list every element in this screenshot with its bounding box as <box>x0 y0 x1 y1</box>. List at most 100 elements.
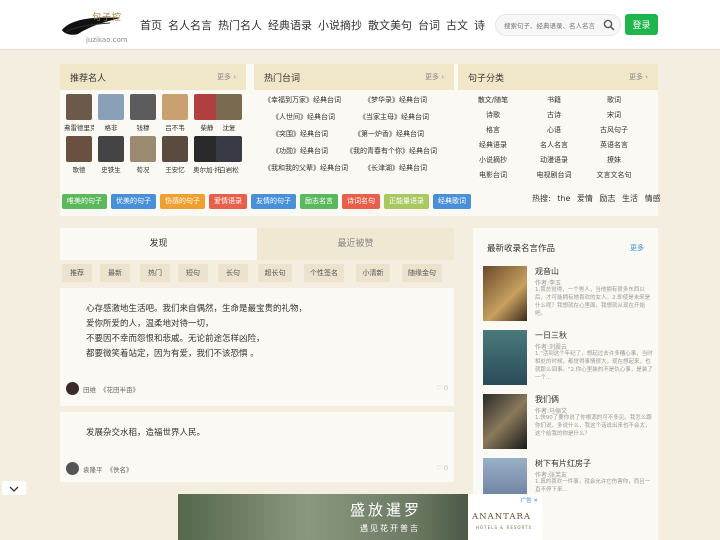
celeb-item[interactable]: 格非 <box>96 94 126 132</box>
filter-latest[interactable]: 最新 <box>100 264 130 282</box>
list-item[interactable]: 《第一炉香》经典台词 <box>354 129 424 139</box>
category-item[interactable]: 心语 <box>524 125 584 135</box>
site-logo[interactable]: 句子控 juzikao.com <box>60 10 134 46</box>
nav-prose[interactable]: 散文美句 <box>368 17 412 33</box>
celeb-item[interactable]: 沈复 <box>214 94 244 132</box>
like-button[interactable]: ♡ 0 <box>436 464 448 472</box>
search-icon[interactable] <box>603 19 615 31</box>
category-item[interactable]: 宋词 <box>584 110 644 120</box>
filter-extra-long[interactable]: 超长句 <box>258 264 292 282</box>
nav-classical[interactable]: 古文 <box>446 17 468 33</box>
tag-positive[interactable]: 正能量语录 <box>384 194 429 209</box>
nav-classic-quotes[interactable]: 经典语录 <box>268 17 312 33</box>
tag-beautiful[interactable]: 唯美的句子 <box>62 194 107 209</box>
list-item[interactable]: 《突围》经典台词 <box>272 129 328 139</box>
category-item[interactable]: 古风句子 <box>584 125 644 135</box>
tag-graceful[interactable]: 优美的句子 <box>111 194 156 209</box>
category-item[interactable]: 歌词 <box>584 95 644 105</box>
ad-label[interactable]: 广告 ✕ <box>521 496 538 504</box>
category-item[interactable]: 诗歌 <box>463 110 523 120</box>
nav-lines[interactable]: 台词 <box>418 17 440 33</box>
tag-poetry[interactable]: 诗词名句 <box>342 194 380 209</box>
category-item[interactable]: 书籍 <box>524 95 584 105</box>
list-item[interactable]: 《幸福到万家》经典台词 <box>264 95 341 105</box>
ad-image <box>178 494 468 540</box>
celebs-more-link[interactable]: 更多 › <box>217 72 236 82</box>
category-item[interactable]: 撩妹 <box>584 155 644 165</box>
filter-fresh[interactable]: 小清新 <box>356 264 390 282</box>
quote-author[interactable]: 田维 《花田半亩》 <box>66 382 139 395</box>
ad-banner[interactable]: 盛放暹罗 遇见花开普吉 ANANTARA HOTELS & RESORTS 广告… <box>178 494 542 540</box>
work-title: 我们俩 <box>535 395 559 404</box>
category-item[interactable]: 文言文名句 <box>584 170 644 180</box>
hot-term[interactable]: the <box>557 194 570 203</box>
tag-sad[interactable]: 伤感的句子 <box>160 194 205 209</box>
hot-term[interactable]: 励志 <box>599 194 615 203</box>
work-desc: 1.快90了要你说了你根源的可不多见。我怎么跟你们说，多说什么，我这个话说出来也… <box>535 415 652 437</box>
list-item[interactable]: 《当家主母》经典台词 <box>359 112 429 122</box>
nav-poetry[interactable]: 诗 <box>474 17 485 33</box>
list-item[interactable]: 《我和我的父辈》经典台词 <box>264 163 348 173</box>
avatar <box>130 136 156 162</box>
nav-novel-excerpts[interactable]: 小说摘抄 <box>318 17 362 33</box>
celeb-item[interactable]: 王安忆 <box>160 136 190 174</box>
tag-lyrics[interactable]: 经典歌词 <box>433 194 471 209</box>
list-item[interactable]: 《长津湖》经典台词 <box>364 163 427 173</box>
filter-signature[interactable]: 个性签名 <box>304 264 344 282</box>
category-item[interactable]: 名人名言 <box>524 140 584 150</box>
category-item[interactable]: 散文/随笔 <box>463 95 523 105</box>
nav-hot-celebs[interactable]: 热门名人 <box>218 17 262 33</box>
celeb-item[interactable]: 歌德 <box>64 136 94 174</box>
hot-term[interactable]: 情感 <box>645 194 661 203</box>
celeb-item[interactable]: 荀况 <box>128 136 158 174</box>
quote-card[interactable]: 心存感激地生活吧。我们来自偶然，生命是最宝贵的礼物， 爱你所爱的人，温柔地对待一… <box>60 288 454 406</box>
celeb-name: 钱穆 <box>136 124 150 132</box>
celeb-item[interactable]: 弗雷德里克 <box>64 94 94 132</box>
nav-famous-quotes[interactable]: 名人名言 <box>168 17 212 33</box>
category-item[interactable]: 英语名言 <box>584 140 644 150</box>
login-button[interactable]: 登录 <box>625 14 658 35</box>
collapse-ad-button[interactable] <box>2 481 26 495</box>
sidebar-more-link[interactable]: 更多 <box>630 243 644 253</box>
list-item[interactable]: 《功勋》经典台词 <box>272 146 328 156</box>
filter-long[interactable]: 长句 <box>218 264 248 282</box>
celeb-item[interactable]: 白岩松 <box>214 136 244 174</box>
hot-term[interactable]: 生活 <box>622 194 638 203</box>
nav-home[interactable]: 首页 <box>140 17 162 33</box>
tag-love[interactable]: 爱情语录 <box>209 194 247 209</box>
avatar <box>162 136 188 162</box>
celeb-item[interactable]: 吕不韦 <box>160 94 190 132</box>
like-button[interactable]: ♡ 0 <box>436 384 448 392</box>
category-item[interactable]: 动漫语录 <box>524 155 584 165</box>
celeb-item[interactable]: 钱穆 <box>128 94 158 132</box>
category-item[interactable]: 格言 <box>463 125 523 135</box>
category-item[interactable]: 电视剧台词 <box>524 170 584 180</box>
tag-inspire[interactable]: 励志名言 <box>300 194 338 209</box>
list-item[interactable]: 《梦华录》经典台词 <box>364 95 427 105</box>
avatar <box>98 136 124 162</box>
quote-author[interactable]: 袁隆平 《佚名》 <box>66 462 133 475</box>
celeb-item[interactable]: 史铁生 <box>96 136 126 174</box>
categories-more-link[interactable]: 更多 › <box>629 72 648 82</box>
quote-card[interactable]: 发展杂交水稻，造福世界人民。 袁隆平 《佚名》 ♡ 0 <box>60 412 454 482</box>
filter-hot[interactable]: 热门 <box>140 264 170 282</box>
category-item[interactable]: 古诗 <box>524 110 584 120</box>
category-item[interactable]: 电影台词 <box>463 170 523 180</box>
tab-discover[interactable]: 发现 <box>60 228 257 260</box>
category-item[interactable]: 小说摘抄 <box>463 155 523 165</box>
feed: 发现 最近被赞 推荐 最新 热门 短句 长句 超长句 个性签名 小清新 随缘金句… <box>60 228 454 482</box>
list-item[interactable]: 《人世间》经典台词 <box>272 112 335 122</box>
filter-golden[interactable]: 随缘金句 <box>402 264 442 282</box>
filter-short[interactable]: 短句 <box>178 264 208 282</box>
work-item[interactable]: 一日三秋 作者:刘震云 1."活到这个年纪了，想起过去许多糟心事，当时相处的时候… <box>483 330 653 388</box>
filter-recommended[interactable]: 推荐 <box>62 264 92 282</box>
tab-recently-liked[interactable]: 最近被赞 <box>257 228 454 260</box>
tag-friendship[interactable]: 友情的句子 <box>251 194 296 209</box>
search-input[interactable] <box>504 18 602 33</box>
work-item[interactable]: 观音山 作者:李玉 1.我总觉得，一个男人，当他拥有很多东西以后，才可能拥有她喜… <box>483 266 653 324</box>
lines-more-link[interactable]: 更多 › <box>425 72 444 82</box>
list-item[interactable]: 《我的青春有个你》经典台词 <box>346 146 437 156</box>
hot-term[interactable]: 爱情 <box>577 194 593 203</box>
category-item[interactable]: 经典语录 <box>463 140 523 150</box>
work-item[interactable]: 我们俩 作者:马俪文 1.快90了要你说了你根源的可不多见。我怎么跟你们说，多说… <box>483 394 653 452</box>
